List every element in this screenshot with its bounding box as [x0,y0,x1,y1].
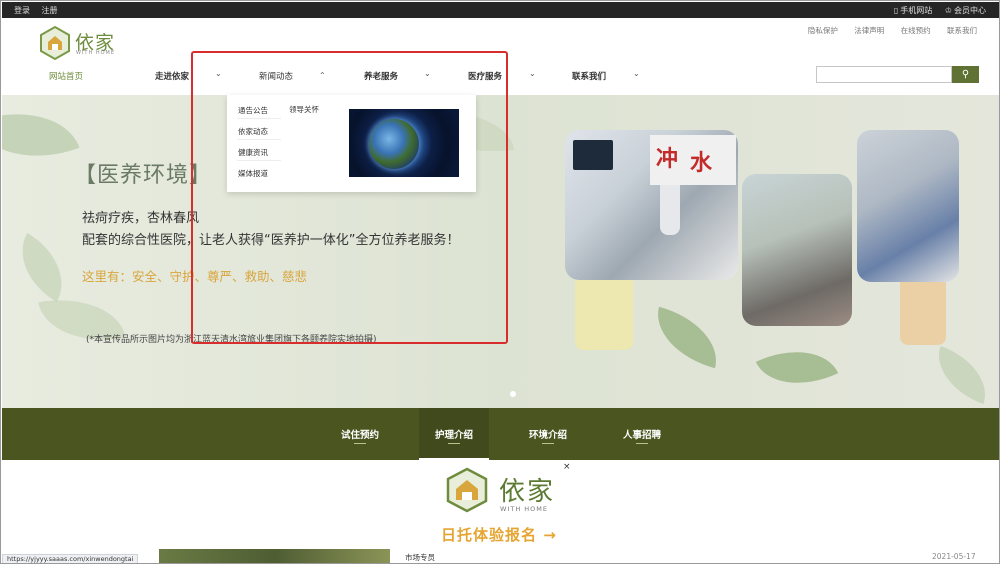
leaf-decoration [647,306,727,369]
phone-icon: ▯ [893,6,899,15]
popup-logo [446,467,488,513]
leaf-decoration [2,95,80,179]
search-button[interactable]: ⚲ [952,66,979,83]
decor-block [900,275,946,345]
browser-viewport: 登录 注册 ▯ 手机网站 ♔ 会员中心 依家 WITH HOME 隐私保护 法律声明… [0,0,1000,564]
hero-tagline: 祛疴疗疾，杏林春风 [82,211,200,226]
tab-trial-booking[interactable]: 试住预约 [341,427,379,441]
daycare-signup-link[interactable]: 日托体验报名 → [441,524,557,545]
mobile-site-link[interactable]: ▯ 手机网站 [894,6,932,15]
logo-subtitle: WITH HOME [76,50,115,56]
divider [542,443,554,444]
nav-about[interactable]: 走进依家 [155,70,189,82]
decor-block [575,275,633,350]
crown-icon: ♔ [944,6,952,15]
sub-nav-band: 试住预约 护理介绍 环境介绍 人事招聘 [2,408,999,460]
member-center-link[interactable]: ♔ 会员中心 [945,6,986,15]
top-bar: 登录 注册 ▯ 手机网站 ♔ 会员中心 [2,2,999,18]
status-bar-url: https://yjyyy.saaas.com/xinwendongtai [2,554,139,563]
online-booking-link[interactable]: 在线预约 [901,26,931,35]
leaf-decoration [755,332,839,403]
divider [636,443,648,444]
search-input[interactable] [816,66,952,83]
photo-doctor-patient [742,174,852,326]
leaf-decoration [4,233,80,302]
leaf-decoration [926,345,998,405]
news-thumbnail[interactable] [159,549,390,563]
chevron-down-icon[interactable]: ⌄ [529,69,536,78]
divider [448,443,460,444]
chevron-down-icon[interactable]: ⌄ [633,69,640,78]
highlight-box [191,51,508,344]
wall-banner: 冲水 [650,135,736,185]
tab-recruitment[interactable]: 人事招聘 [623,427,661,441]
tab-environment[interactable]: 环境介绍 [529,427,567,441]
close-icon[interactable]: × [563,462,571,472]
photo-nurse [857,130,959,282]
search-icon: ⚲ [961,69,970,80]
legal-link[interactable]: 法律声明 [854,26,884,35]
news-title[interactable]: 市场专员 [405,552,435,563]
tab-nursing[interactable]: 护理介绍 [435,427,473,441]
divider [354,443,366,444]
carousel-dot[interactable] [510,391,516,397]
utility-links: 隐私保护 法律声明 在线预约 联系我们 [794,25,977,36]
nav-home[interactable]: 网站首页 [49,70,83,82]
popup-brand-sub: WITH HOME [500,505,548,513]
contact-link[interactable]: 联系我们 [947,26,977,35]
privacy-link[interactable]: 隐私保护 [808,26,838,35]
popup-brand-name: 依家 [499,477,556,507]
register-link[interactable]: 注册 [42,6,58,15]
nav-contact[interactable]: 联系我们 [572,70,606,82]
news-date: 2021-05-17 [932,552,976,561]
login-link[interactable]: 登录 [14,6,30,15]
